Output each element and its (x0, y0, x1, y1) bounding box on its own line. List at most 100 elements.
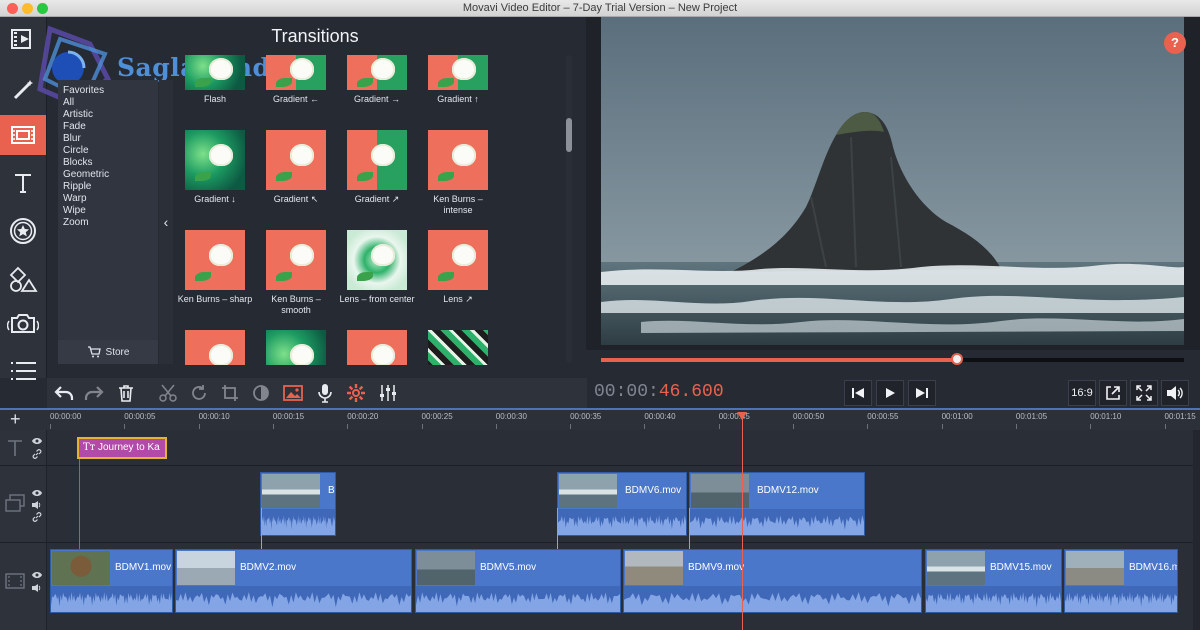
category-item[interactable]: Circle (58, 145, 158, 157)
audio-waveform (624, 586, 921, 612)
sidebar-item-stickers[interactable] (0, 211, 46, 251)
fullscreen-button[interactable] (1130, 380, 1158, 406)
video-clip[interactable]: BDMV6.mov (557, 472, 687, 536)
transition-thumbnail (347, 130, 407, 190)
ruler-tick-label: 00:00:10 (198, 412, 230, 421)
rotate-button[interactable] (184, 378, 214, 408)
category-item[interactable]: Zoom (58, 217, 158, 229)
delete-button[interactable] (111, 378, 141, 408)
transition-tile[interactable] (256, 330, 336, 365)
audio-properties-button[interactable] (373, 378, 403, 408)
color-adjust-button[interactable] (246, 378, 276, 408)
category-item[interactable]: Favorites (58, 85, 158, 97)
next-button[interactable] (908, 380, 936, 406)
category-item[interactable]: Blocks (58, 157, 158, 169)
detach-player-button[interactable] (1099, 380, 1127, 406)
transition-tile[interactable] (418, 330, 498, 365)
eye-icon[interactable] (32, 489, 42, 497)
eye-icon[interactable] (32, 437, 42, 445)
transitions-icon (11, 126, 35, 144)
previous-button[interactable] (844, 380, 872, 406)
clip-link-line (689, 508, 690, 549)
speaker-icon (1167, 386, 1183, 400)
store-button[interactable]: Store (58, 340, 158, 364)
voiceover-button[interactable] (310, 378, 340, 408)
redo-button[interactable] (79, 378, 109, 408)
video-clip[interactable]: BDMV5.mov (415, 549, 621, 613)
playhead-line[interactable] (742, 412, 743, 630)
help-button[interactable]: ? (1164, 32, 1186, 54)
text-track-icon (8, 440, 22, 456)
timeline-scrollbar[interactable] (1193, 430, 1200, 630)
transition-tile[interactable]: Gradient ↓ (175, 130, 255, 205)
text-icon (15, 174, 31, 193)
category-item[interactable]: Blur (58, 133, 158, 145)
chevron-left-icon: ‹ (163, 214, 169, 230)
play-button[interactable] (876, 380, 904, 406)
transition-tile[interactable]: Gradient ↗ (337, 130, 417, 205)
category-item[interactable]: Geometric (58, 169, 158, 181)
playback-progress-knob[interactable] (950, 353, 963, 365)
transition-thumbnail (266, 55, 326, 90)
ruler-tick-label: 00:00:30 (495, 412, 527, 421)
video-preview[interactable] (601, 17, 1184, 345)
transition-thumbnail (266, 130, 326, 190)
clip-settings-button[interactable] (341, 378, 371, 408)
transition-tile[interactable]: Lens – from center (337, 230, 417, 305)
mute-icon[interactable] (32, 584, 42, 592)
category-item[interactable]: All (58, 97, 158, 109)
transition-tile[interactable]: Ken Burns – smooth (256, 230, 336, 316)
transition-tile[interactable]: Ken Burns – sharp (175, 230, 255, 305)
audio-waveform (416, 586, 620, 612)
sidebar-item-transitions[interactable] (0, 115, 46, 155)
transition-label: Ken Burns – intense (433, 194, 483, 215)
link-icon[interactable] (32, 449, 42, 459)
sidebar-item-more[interactable] (0, 351, 46, 391)
category-item[interactable]: Fade (58, 121, 158, 133)
category-item[interactable]: Warp (58, 193, 158, 205)
transitions-scrollbar-thumb[interactable] (566, 118, 572, 152)
video-clip[interactable]: BI (260, 472, 336, 536)
video-clip[interactable]: BDMV16.m (1064, 549, 1178, 613)
transition-tile[interactable]: Lens ↗ (418, 230, 498, 305)
sidebar-item-callouts[interactable] (0, 259, 46, 299)
volume-button[interactable] (1161, 380, 1189, 406)
category-item[interactable]: Wipe (58, 205, 158, 217)
video-clip[interactable]: BDMV12.mov (689, 472, 865, 536)
video-clip[interactable]: BDMV1.mov (50, 549, 173, 613)
title-clip[interactable]: Tт Journey to Ka (77, 437, 167, 459)
undo-button[interactable] (49, 378, 79, 408)
aspect-ratio-button[interactable]: 16:9 (1068, 380, 1096, 406)
transition-tile[interactable]: Ken Burns – intense (418, 130, 498, 216)
video-clip[interactable]: BDMV9.mov (623, 549, 922, 613)
transition-tile[interactable] (337, 330, 417, 365)
playhead-handle[interactable] (737, 412, 747, 420)
sidebar-item-record[interactable] (0, 305, 46, 345)
video-clip[interactable]: BDMV2.mov (175, 549, 412, 613)
transition-tile[interactable] (175, 330, 255, 365)
transition-tile[interactable]: Gradient ← (256, 55, 336, 105)
add-track-button[interactable]: + (10, 409, 21, 429)
flower-shape (371, 244, 395, 266)
video-clip[interactable]: BDMV15.mov (925, 549, 1062, 613)
image-overlay-button[interactable] (278, 378, 308, 408)
transition-tile[interactable]: Gradient ↑ (418, 55, 498, 105)
transition-tile[interactable]: Gradient ↖ (256, 130, 336, 205)
eye-icon[interactable] (32, 571, 42, 579)
collapse-panel-button[interactable]: ‹ (159, 80, 173, 364)
crop-button[interactable] (215, 378, 245, 408)
crop-icon (222, 385, 238, 401)
transition-thumbnail (428, 230, 488, 290)
settings-icon (347, 384, 365, 402)
split-button[interactable] (153, 378, 183, 408)
transition-tile[interactable]: Flash (175, 55, 255, 105)
color-adjust-icon (253, 385, 269, 401)
mute-icon[interactable] (32, 501, 42, 509)
sidebar-item-titles[interactable] (0, 163, 46, 203)
category-item[interactable]: Ripple (58, 181, 158, 193)
link-icon[interactable] (32, 512, 42, 522)
transitions-scrollbar[interactable] (566, 55, 572, 363)
transition-thumbnail (185, 230, 245, 290)
transition-tile[interactable]: Gradient → (337, 55, 417, 105)
category-item[interactable]: Artistic (58, 109, 158, 121)
